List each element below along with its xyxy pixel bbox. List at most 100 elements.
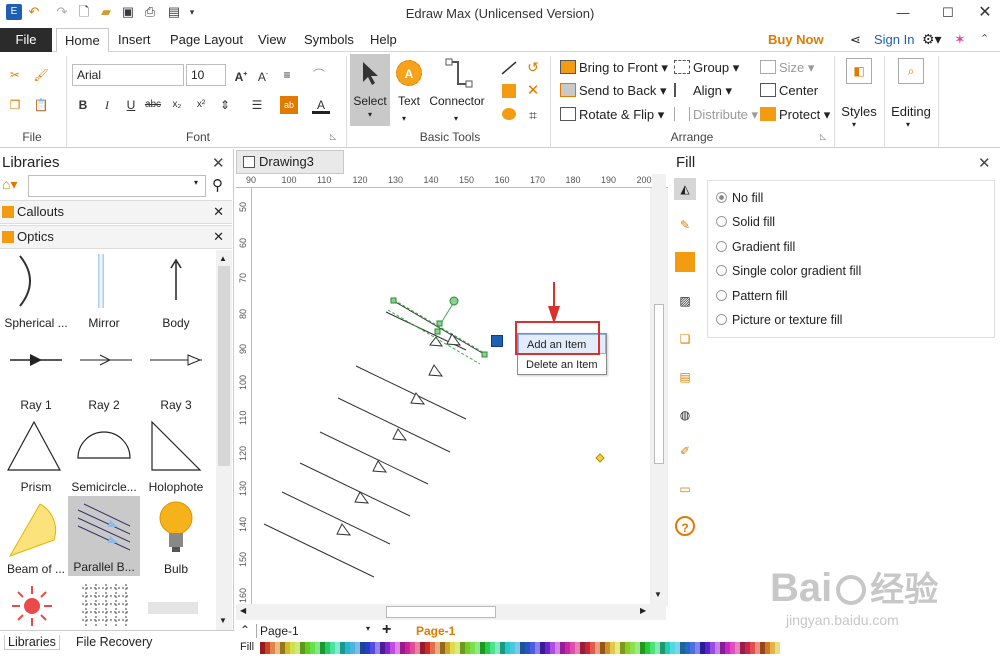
- comment-icon[interactable]: ▭: [674, 478, 696, 500]
- search-icon[interactable]: ⚲: [212, 176, 223, 194]
- shape-beam-of-light[interactable]: Beam of ...: [0, 498, 72, 578]
- shape-prism[interactable]: Prism: [0, 416, 72, 496]
- parallel-beam-drawing[interactable]: [252, 188, 650, 608]
- search-dropdown-icon[interactable]: ▾: [194, 178, 198, 187]
- line-spacing-icon[interactable]: ≡: [278, 66, 296, 84]
- radio-gradient-fill[interactable]: Gradient fill: [716, 240, 795, 254]
- help-icon[interactable]: ?: [675, 516, 695, 536]
- group-button[interactable]: Group ▾: [674, 60, 739, 76]
- connector-tool-icon[interactable]: [444, 58, 474, 90]
- tab-page-layout[interactable]: Page Layout: [164, 28, 249, 52]
- rectangle-tool-icon[interactable]: [502, 84, 516, 98]
- shape-parallel-beam[interactable]: Parallel B...: [68, 496, 140, 576]
- collapse-ribbon-icon[interactable]: ⌃: [980, 32, 989, 45]
- connector-tool-label[interactable]: Connector: [426, 94, 488, 108]
- styles-dropdown-icon[interactable]: ▾: [852, 120, 856, 129]
- tab-symbols[interactable]: Symbols: [298, 28, 360, 52]
- shape-grating[interactable]: [80, 584, 130, 628]
- canvas-vertical-scrollbar[interactable]: ▼: [652, 174, 666, 604]
- protect-button[interactable]: Protect ▾: [760, 107, 830, 123]
- italic-icon[interactable]: I: [98, 96, 116, 114]
- styles-button[interactable]: Styles: [836, 104, 882, 119]
- minimize-icon[interactable]: —: [890, 3, 916, 23]
- radio-solid-fill[interactable]: Solid fill: [716, 215, 775, 229]
- scroll-right-icon[interactable]: ▶: [640, 606, 646, 615]
- library-scroll-thumb[interactable]: [218, 266, 230, 466]
- color-swatch[interactable]: [775, 642, 780, 654]
- underline-icon[interactable]: U: [122, 96, 140, 114]
- cut-icon[interactable]: ✂: [6, 66, 24, 84]
- paste-icon[interactable]: 📋: [32, 96, 50, 114]
- bold-icon[interactable]: B: [74, 96, 92, 114]
- copy-icon[interactable]: ❐: [6, 96, 24, 114]
- shape-mirror[interactable]: Mirror: [68, 252, 140, 332]
- close-fill-panel-icon[interactable]: ✕: [978, 154, 991, 172]
- send-to-back-button[interactable]: Send to Back ▾: [560, 83, 666, 99]
- page-tab-page-1[interactable]: Page-1: [416, 624, 455, 638]
- scroll-down-icon[interactable]: ▼: [654, 590, 662, 599]
- tab-view[interactable]: View: [252, 28, 292, 52]
- settings-gear-icon[interactable]: ⚙▾: [922, 31, 942, 48]
- radio-pattern-fill[interactable]: Pattern fill: [716, 289, 788, 303]
- text-direction-icon[interactable]: ⌒: [310, 66, 328, 84]
- text-tool-icon[interactable]: A: [396, 60, 422, 86]
- canvas-horizontal-scrollbar[interactable]: ◀ ▶: [236, 604, 666, 620]
- page-setup-icon[interactable]: ▤: [674, 366, 696, 388]
- close-section-icon[interactable]: ✕: [213, 226, 224, 248]
- tab-help[interactable]: Help: [364, 28, 403, 52]
- center-button[interactable]: Center: [760, 83, 818, 98]
- note-icon[interactable]: ✐: [674, 440, 696, 462]
- shape-slab[interactable]: [148, 602, 198, 614]
- add-page-icon[interactable]: +: [382, 621, 391, 639]
- select-tool-button[interactable]: Select ▾: [350, 54, 390, 126]
- text-tool-label[interactable]: Text: [392, 94, 426, 108]
- close-section-icon[interactable]: ✕: [213, 201, 224, 223]
- editing-button[interactable]: Editing: [886, 104, 936, 119]
- align-text-icon[interactable]: ⇕: [216, 96, 234, 114]
- shadow-icon[interactable]: [675, 252, 695, 272]
- shape-bulb[interactable]: Bulb: [140, 498, 212, 578]
- buy-now-link[interactable]: Buy Now: [762, 28, 830, 52]
- library-search-input[interactable]: [28, 175, 206, 197]
- page-select-dropdown-icon[interactable]: ▾: [366, 624, 370, 633]
- line-tool-icon[interactable]: [500, 60, 518, 76]
- page-collapse-icon[interactable]: ⌃: [240, 623, 250, 637]
- connector-dropdown-icon[interactable]: ▾: [454, 114, 458, 123]
- format-painter-icon[interactable]: 🖌: [32, 66, 50, 84]
- share-icon[interactable]: ⋖: [850, 32, 861, 48]
- superscript-icon[interactable]: x²: [192, 96, 210, 114]
- crop-tool-icon[interactable]: ⌗: [524, 106, 542, 124]
- subscript-icon[interactable]: x₂: [168, 96, 186, 114]
- text-dropdown-icon[interactable]: ▾: [402, 114, 406, 123]
- canvas-vertical-thumb[interactable]: [654, 304, 664, 464]
- shape-ray-1[interactable]: Ray 1: [0, 334, 72, 414]
- layer-icon[interactable]: ❏: [674, 328, 696, 350]
- font-dialog-launcher-icon[interactable]: ◺: [330, 132, 336, 141]
- crop-close-icon[interactable]: ✕: [524, 82, 542, 100]
- file-menu[interactable]: File: [0, 28, 52, 52]
- font-size-select[interactable]: 10: [186, 64, 226, 86]
- line-style-icon[interactable]: ✎: [674, 214, 696, 236]
- bullet-list-icon[interactable]: ☰: [248, 96, 266, 114]
- tab-file-recovery[interactable]: File Recovery: [76, 635, 152, 649]
- rotate-flip-button[interactable]: Rotate & Flip ▾: [560, 107, 664, 123]
- shrink-font-icon[interactable]: A-: [254, 66, 272, 84]
- scroll-up-icon[interactable]: ▲: [219, 254, 227, 263]
- tab-home[interactable]: Home: [56, 28, 109, 53]
- shape-light-source[interactable]: [10, 584, 56, 628]
- editing-dropdown-icon[interactable]: ▾: [906, 120, 910, 129]
- maximize-icon[interactable]: ☐: [935, 3, 961, 23]
- grow-font-icon[interactable]: A+: [232, 66, 250, 84]
- scroll-left-icon[interactable]: ◀: [240, 606, 246, 615]
- library-scrollbar[interactable]: ▲ ▼: [216, 250, 232, 630]
- styles-icon[interactable]: ◧: [846, 58, 872, 84]
- scroll-down-icon[interactable]: ▼: [219, 616, 227, 625]
- distribute-button[interactable]: Distribute ▾: [674, 107, 758, 123]
- shape-ray-3[interactable]: Ray 3: [140, 334, 212, 414]
- ellipse-tool-icon[interactable]: [502, 108, 516, 120]
- library-section-callouts[interactable]: Callouts ✕: [0, 200, 232, 224]
- shape-semicircle[interactable]: Semicircle...: [68, 416, 140, 496]
- strikethrough-icon[interactable]: abc: [144, 96, 162, 114]
- color-swatches[interactable]: [260, 642, 780, 654]
- size-button[interactable]: Size ▾: [760, 60, 814, 76]
